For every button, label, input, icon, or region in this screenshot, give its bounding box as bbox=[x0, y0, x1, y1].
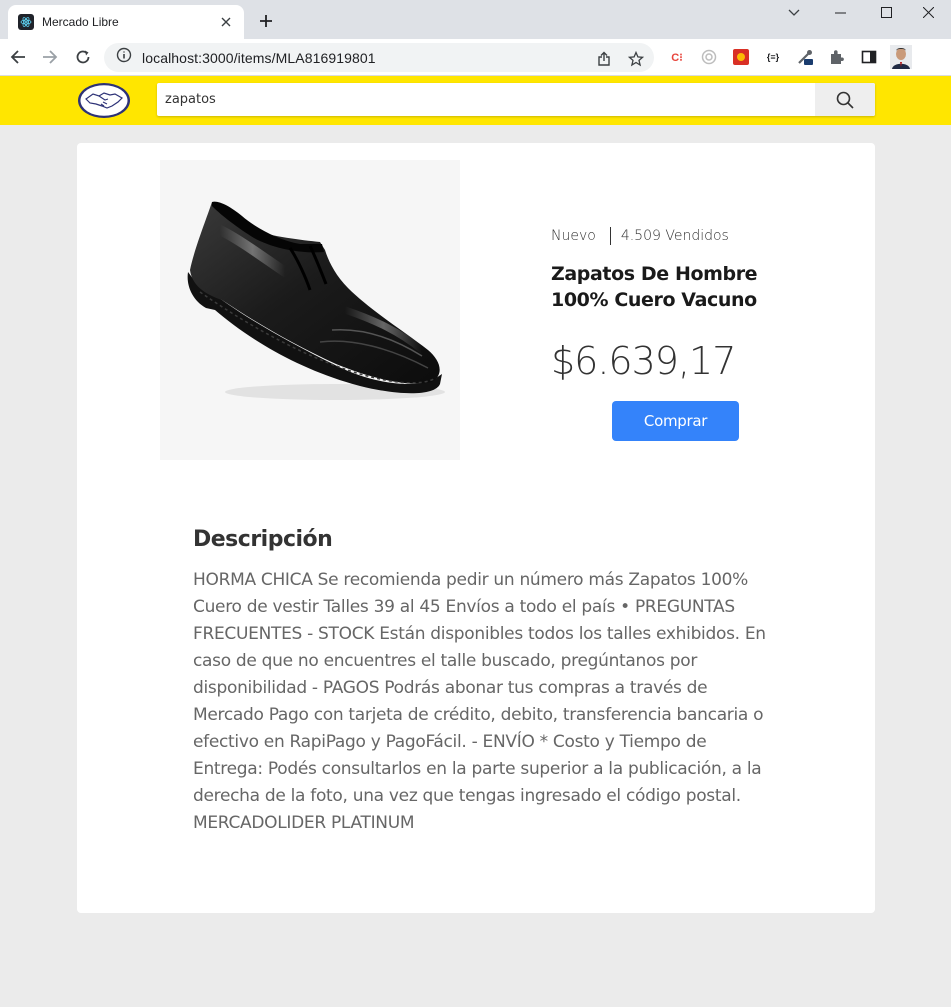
search-icon bbox=[836, 91, 854, 109]
site-header bbox=[0, 76, 951, 125]
shoe-image bbox=[187, 201, 445, 400]
browser-tabstrip: Mercado Libre bbox=[0, 0, 951, 39]
window-close-icon[interactable] bbox=[905, 0, 951, 25]
star-icon[interactable] bbox=[627, 50, 645, 68]
address-bar[interactable]: localhost:3000/items/MLA816919801 bbox=[104, 43, 654, 72]
search-bar bbox=[157, 83, 875, 116]
product-condition: Nuevo bbox=[551, 228, 596, 244]
product-card: Nuevo 4.509 Vendidos Zapatos De Hombre 1… bbox=[77, 143, 875, 913]
sold-count: 4.509 Vendidos bbox=[620, 228, 729, 244]
extension-circle-icon[interactable] bbox=[699, 47, 719, 67]
product-price: $6.639,17 bbox=[551, 339, 736, 383]
search-button[interactable] bbox=[815, 83, 875, 116]
extension-dropper-icon[interactable] bbox=[795, 47, 815, 67]
puzzle-icon[interactable] bbox=[827, 47, 847, 67]
product-title: Zapatos De Hombre 100% Cuero Vacuno bbox=[551, 263, 758, 311]
reload-icon[interactable] bbox=[71, 45, 95, 69]
maximize-icon[interactable] bbox=[863, 0, 909, 25]
tab-title: Mercado Libre bbox=[42, 15, 119, 29]
react-icon bbox=[18, 14, 34, 30]
avatar[interactable] bbox=[890, 45, 912, 69]
share-icon[interactable] bbox=[595, 50, 613, 68]
extension-c-icon[interactable]: C⁝ bbox=[667, 47, 687, 67]
mercado-libre-logo[interactable] bbox=[77, 82, 131, 119]
browser-tab[interactable]: Mercado Libre bbox=[8, 5, 244, 39]
product-meta: Nuevo 4.509 Vendidos bbox=[551, 227, 729, 245]
description-title: Descripción bbox=[193, 527, 333, 552]
search-input[interactable] bbox=[157, 83, 815, 116]
buy-button[interactable]: Comprar bbox=[612, 401, 739, 441]
extension-red-icon[interactable] bbox=[731, 47, 751, 67]
chevron-down-icon[interactable] bbox=[771, 0, 817, 25]
extension-json-icon[interactable]: {≡} bbox=[763, 47, 783, 67]
back-arrow-icon[interactable] bbox=[6, 45, 30, 69]
sidepanel-icon[interactable] bbox=[859, 47, 879, 67]
info-icon[interactable] bbox=[116, 47, 132, 68]
close-icon[interactable] bbox=[218, 14, 234, 30]
product-image bbox=[160, 160, 460, 460]
meta-divider bbox=[609, 227, 611, 245]
description-text: HORMA CHICA Se recomienda pedir un númer… bbox=[193, 570, 766, 833]
forward-arrow-icon[interactable] bbox=[38, 45, 62, 69]
new-tab-icon[interactable] bbox=[256, 11, 276, 31]
minimize-icon[interactable] bbox=[817, 0, 863, 25]
url-text: localhost:3000/items/MLA816919801 bbox=[142, 49, 376, 66]
